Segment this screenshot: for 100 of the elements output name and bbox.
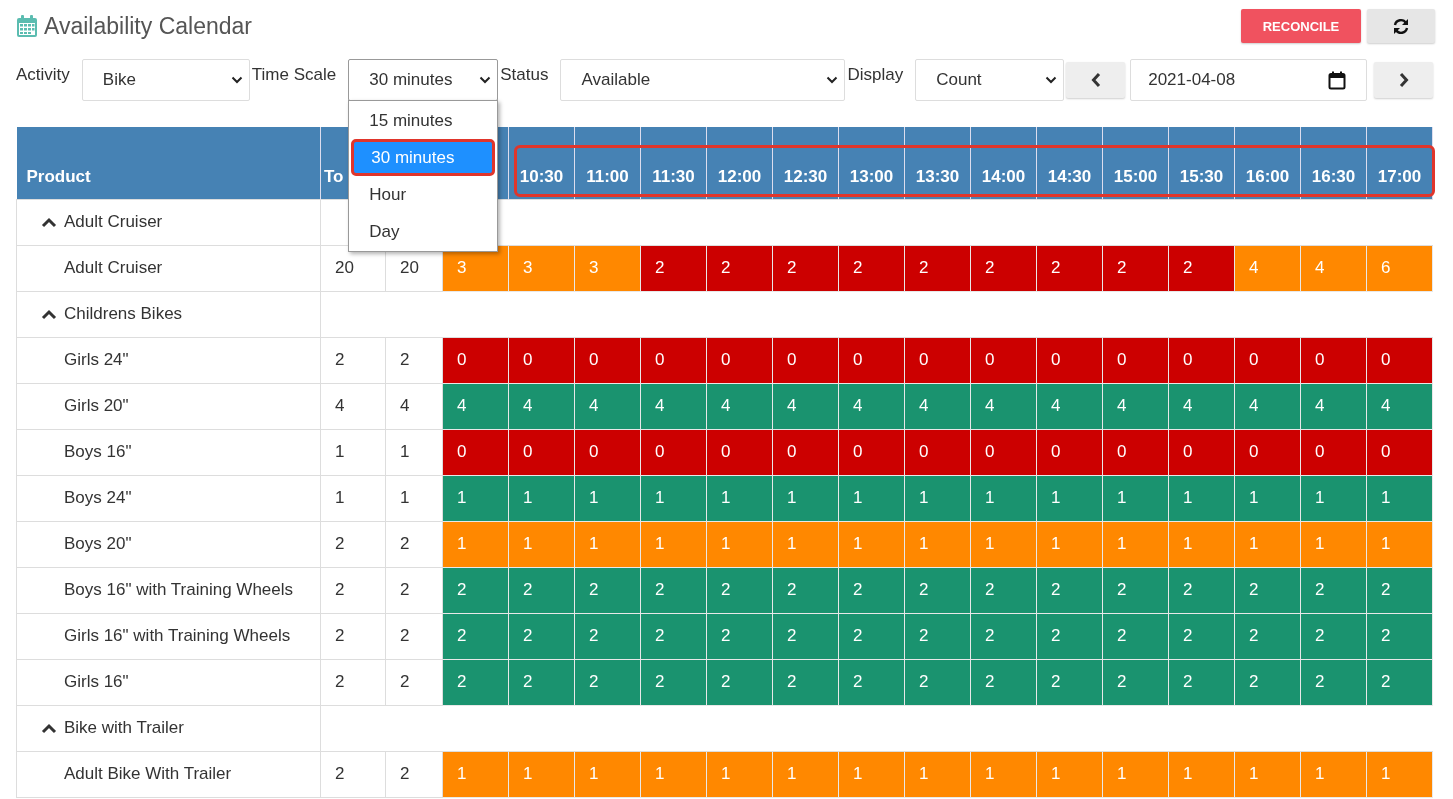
group-row[interactable]: Adult Cruiser <box>16 199 321 245</box>
group-row[interactable]: Childrens Bikes <box>16 291 321 337</box>
table-cell: 2 <box>385 751 443 797</box>
product-cell: Boys 16" <box>16 429 321 475</box>
availability-cell: 4 <box>508 383 575 429</box>
availability-cell: 4 <box>1300 383 1367 429</box>
availability-cell: 1 <box>904 751 971 797</box>
availability-cell: 2 <box>640 245 707 291</box>
availability-cell: 1 <box>1036 521 1103 567</box>
availability-cell: 0 <box>1102 429 1169 475</box>
availability-cell: 0 <box>574 337 641 383</box>
chevron-up-icon <box>41 216 57 228</box>
availability-cell: 1 <box>904 521 971 567</box>
availability-cell: 0 <box>508 337 575 383</box>
availability-cell: 2 <box>772 245 839 291</box>
availability-cell: 0 <box>1366 337 1433 383</box>
availability-cell: 0 <box>838 429 905 475</box>
calendar-icon <box>16 14 38 38</box>
availability-cell: 2 <box>1366 567 1433 613</box>
availability-cell: 1 <box>838 475 905 521</box>
availability-cell: 1 <box>1036 751 1103 797</box>
availability-cell: 2 <box>1234 613 1301 659</box>
availability-cell: 1 <box>442 475 509 521</box>
availability-cell: 0 <box>1366 429 1433 475</box>
select-field[interactable]: Bike <box>81 59 250 101</box>
availability-cell: 0 <box>706 337 773 383</box>
select-field[interactable]: Count <box>915 59 1065 101</box>
availability-cell: 1 <box>904 475 971 521</box>
availability-cell: 1 <box>1234 521 1301 567</box>
availability-cell: 4 <box>772 383 839 429</box>
availability-cell: 2 <box>970 659 1037 705</box>
availability-cell: 0 <box>1234 337 1301 383</box>
availability-cell: 1 <box>1366 475 1433 521</box>
availability-cell: 2 <box>838 659 905 705</box>
table-cell: 1 <box>320 429 386 475</box>
availability-cell: 2 <box>1168 567 1235 613</box>
table-cell: 1 <box>320 475 386 521</box>
availability-cell: 2 <box>838 567 905 613</box>
availability-cell: 1 <box>442 751 509 797</box>
availability-cell: 1 <box>1102 751 1169 797</box>
availability-cell: 0 <box>1234 429 1301 475</box>
chevron-down-icon <box>1045 76 1058 84</box>
filter-label: Display <box>847 64 904 85</box>
group-row[interactable]: Bike with Trailer <box>16 705 321 751</box>
availability-cell: 4 <box>574 383 641 429</box>
availability-cell: 4 <box>1234 383 1301 429</box>
availability-cell: 2 <box>574 613 641 659</box>
select-field[interactable]: Available <box>560 59 846 101</box>
availability-cell: 1 <box>574 751 641 797</box>
availability-cell: 1 <box>1168 521 1235 567</box>
column-header: Product <box>16 127 321 199</box>
availability-cell: 1 <box>838 751 905 797</box>
availability-cell: 2 <box>772 567 839 613</box>
availability-cell: 0 <box>1168 429 1235 475</box>
chevron-down-icon <box>479 76 492 84</box>
availability-cell: 4 <box>904 383 971 429</box>
availability-cell: 6 <box>1366 245 1433 291</box>
availability-cell: 1 <box>772 475 839 521</box>
product-cell: Boys 24" <box>16 475 321 521</box>
group-label: Adult Cruiser <box>64 212 163 232</box>
availability-cell: 2 <box>1102 659 1169 705</box>
availability-cell: 2 <box>706 567 773 613</box>
product-cell: Adult Bike With Trailer <box>16 751 321 797</box>
availability-cell: 0 <box>640 429 707 475</box>
availability-cell: 1 <box>772 521 839 567</box>
chevron-up-icon <box>41 308 57 320</box>
availability-cell: 2 <box>772 659 839 705</box>
availability-cell: 2 <box>706 613 773 659</box>
availability-cell: 0 <box>1036 429 1103 475</box>
availability-cell: 1 <box>640 751 707 797</box>
availability-cell: 4 <box>1168 383 1235 429</box>
availability-cell: 2 <box>1102 613 1169 659</box>
previous-button[interactable] <box>1066 62 1126 98</box>
select-field[interactable]: 30 minutes <box>348 59 499 101</box>
table-cell: 2 <box>320 659 386 705</box>
availability-cell: 1 <box>508 475 575 521</box>
availability-cell: 1 <box>970 521 1037 567</box>
availability-cell: 2 <box>442 567 509 613</box>
availability-cell: 1 <box>970 475 1037 521</box>
availability-cell: 2 <box>1102 245 1169 291</box>
availability-cell: 1 <box>508 521 575 567</box>
availability-cell: 2 <box>508 659 575 705</box>
availability-cell: 1 <box>1102 475 1169 521</box>
next-button[interactable] <box>1374 62 1434 98</box>
table-cell: 2 <box>320 337 386 383</box>
availability-cell: 1 <box>1300 751 1367 797</box>
product-cell: Girls 24" <box>16 337 321 383</box>
filter-label: Time Scale <box>251 64 337 85</box>
refresh-icon <box>1392 17 1410 35</box>
availability-cell: 1 <box>1366 521 1433 567</box>
availability-cell: 2 <box>1036 567 1103 613</box>
availability-cell: 0 <box>838 337 905 383</box>
date-field[interactable]: 2021-04-08 <box>1130 59 1368 101</box>
availability-cell: 2 <box>1300 659 1367 705</box>
availability-cell: 1 <box>574 521 641 567</box>
availability-cell: 0 <box>574 429 641 475</box>
refresh-button[interactable] <box>1367 9 1435 43</box>
availability-cell: 3 <box>574 245 641 291</box>
availability-cell: 1 <box>442 521 509 567</box>
availability-cell: 2 <box>838 613 905 659</box>
